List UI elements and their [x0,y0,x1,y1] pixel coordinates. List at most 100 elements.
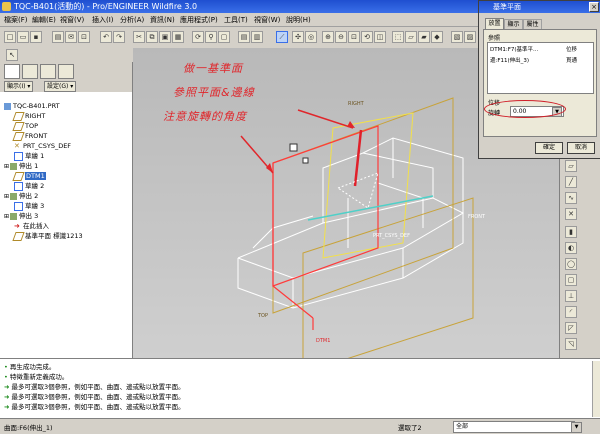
ref-row-1-type[interactable]: 位移 [566,45,577,53]
datum-axes-display-icon[interactable]: ▨ [464,31,476,43]
model-tree-tab[interactable] [4,64,20,79]
ref-row-2-type[interactable]: 貫通 [566,56,577,64]
tree-item-dtm1[interactable]: DTM1 [12,171,46,181]
label-dtm1: DTM1 [316,338,331,344]
orient-icon[interactable]: ◎ [305,31,317,43]
repaint-icon[interactable]: ⟋ [276,31,288,43]
message-scrollbar[interactable] [592,361,600,417]
datum-curve-tool-icon[interactable]: ∿ [565,192,577,204]
chevron-down-icon[interactable]: ▼ [571,422,582,433]
menu-edit[interactable]: 編輯(E) [32,15,56,25]
drag-handle[interactable] [302,157,309,164]
status-bar: 曲面:F6(伸出_1) 選取了2 全部 ▼ [0,418,600,434]
expand-icon[interactable]: ⊞ [4,213,9,220]
hole-tool-icon[interactable]: ◯ [565,258,577,270]
tree-item-top[interactable]: TOP [12,121,38,131]
email-icon[interactable]: ✉ [65,31,77,43]
tab-display[interactable]: 顯示 [504,19,523,29]
ref-row-2-name[interactable]: 邊:F11(伸出_3) [490,56,529,64]
tree-item-csys[interactable]: ✕ PRT_CSYS_DEF [14,141,71,151]
label-csys: PRT_CSYS_DEF [373,233,410,239]
dialog-title: 基準平面 [493,3,521,11]
expand-icon[interactable]: ⊞ [4,163,9,170]
hidden-line-icon[interactable]: ▱ [405,31,417,43]
tree-item-extrude-3[interactable]: ⊞ 伸出 3 [4,211,38,221]
tree-item-right[interactable]: RIGHT [12,111,45,121]
tree-item-front[interactable]: FRONT [12,131,47,141]
expand-icon[interactable]: ⊞ [4,193,9,200]
redo-icon[interactable]: ↷ [113,31,125,43]
open-icon[interactable]: ▭ [17,31,29,43]
selection-box-icon[interactable]: ▢ [218,31,230,43]
paste-special-icon[interactable]: ▦ [172,31,184,43]
zoom-out-icon[interactable]: ⊖ [335,31,347,43]
menu-view[interactable]: 視窗(V) [60,15,84,25]
menu-help[interactable]: 說明(H) [286,15,311,25]
datum-planes-display-icon[interactable]: ▧ [451,31,463,43]
cancel-button[interactable]: 取消 [567,142,595,154]
paste-icon[interactable]: ▣ [159,31,171,43]
tree-item-new-datum[interactable]: 基準平面 標識1213 [12,231,83,241]
tree-item-sketch-2[interactable]: 草繪 2 [14,181,44,191]
menu-analysis[interactable]: 分析(A) [120,15,144,25]
tree-item-insert-here[interactable]: ➜ 在此插入 [14,221,49,231]
datum-plane-icon [12,171,25,181]
tab-placement[interactable]: 放置 [485,18,504,29]
references-list[interactable]: DTM1:F7(基準平... 位移 邊:F11(伸出_3) 貫通 [487,42,594,94]
find-icon[interactable]: ⚲ [205,31,217,43]
view-manager-icon[interactable]: ▥ [251,31,263,43]
refit-icon[interactable]: ⊡ [348,31,360,43]
menu-applications[interactable]: 應用程式(P) [180,15,218,25]
datum-plane-tool-icon[interactable]: ▱ [565,160,577,172]
shading-icon[interactable]: ◆ [431,31,443,43]
rib-tool-icon[interactable]: ⊥ [565,290,577,302]
menu-window[interactable]: 視窗(W) [254,15,280,25]
tree-item-sketch-1[interactable]: 草繪 1 [14,151,44,161]
tree-item-part[interactable]: TQC-B401.PRT [4,101,60,111]
selection-filter-dropdown[interactable]: 全部 [453,421,575,433]
annotation-line-1: 做一基準面 [183,62,243,75]
revolve-tool-icon[interactable]: ◐ [565,242,577,254]
datum-point-tool-icon[interactable]: ✕ [565,208,577,220]
chamfer-tool-icon[interactable]: ◸ [565,322,577,334]
tab-properties[interactable]: 屬性 [523,19,542,29]
no-hidden-icon[interactable]: ▰ [418,31,430,43]
ref-row-1-name[interactable]: DTM1:F7(基準平... [490,45,538,53]
copy-icon[interactable]: ⧉ [146,31,158,43]
tree-item-extrude-1[interactable]: ⊞ 伸出 1 [4,161,38,171]
zoom-in-icon[interactable]: ⊕ [322,31,334,43]
cut-icon[interactable]: ✂ [133,31,145,43]
saved-views-icon[interactable]: ◫ [374,31,386,43]
shell-tool-icon[interactable]: ▢ [565,274,577,286]
folder-browser-tab[interactable] [22,64,38,79]
wireframe-icon[interactable]: ⬚ [392,31,404,43]
display-menu-button[interactable]: 顯示(I) ▾ [4,81,34,92]
menu-tools[interactable]: 工具(T) [224,15,248,25]
menu-file[interactable]: 檔案(F) [4,15,28,25]
dialog-close-button[interactable]: × [589,2,599,12]
tree-item-sketch-3[interactable]: 草繪 3 [14,201,44,211]
layer-icon[interactable]: ▤ [238,31,250,43]
attach-icon[interactable]: ⊡ [78,31,90,43]
extrude-tool-icon[interactable]: ▮ [565,226,577,238]
menu-info[interactable]: 資訊(N) [150,15,175,25]
save-icon[interactable]: ▪ [30,31,42,43]
tree-item-extrude-2[interactable]: ⊞ 伸出 2 [4,191,38,201]
reorient-icon[interactable]: ⟲ [361,31,373,43]
undo-icon[interactable]: ↶ [100,31,112,43]
draft-tool-icon[interactable]: ◹ [565,338,577,350]
connections-tab[interactable] [58,64,74,79]
ok-button[interactable]: 確定 [535,142,563,154]
favorites-tab[interactable] [40,64,56,79]
pointer-help-icon[interactable]: ↖ [6,49,18,61]
print-icon[interactable]: ▤ [52,31,64,43]
message-line: ➜ 最多可選取3個參照，例如平面、曲面、邊或點以放置平面。 [4,403,185,411]
settings-menu-button[interactable]: 設定(G) ▾ [44,81,77,92]
regenerate-icon[interactable]: ⟳ [192,31,204,43]
new-icon[interactable]: □ [4,31,16,43]
drag-handle[interactable] [289,143,298,152]
menu-insert[interactable]: 插入(I) [92,15,114,25]
spin-center-icon[interactable]: ✣ [292,31,304,43]
round-tool-icon[interactable]: ◜ [565,306,577,318]
datum-axis-tool-icon[interactable]: ╱ [565,176,577,188]
